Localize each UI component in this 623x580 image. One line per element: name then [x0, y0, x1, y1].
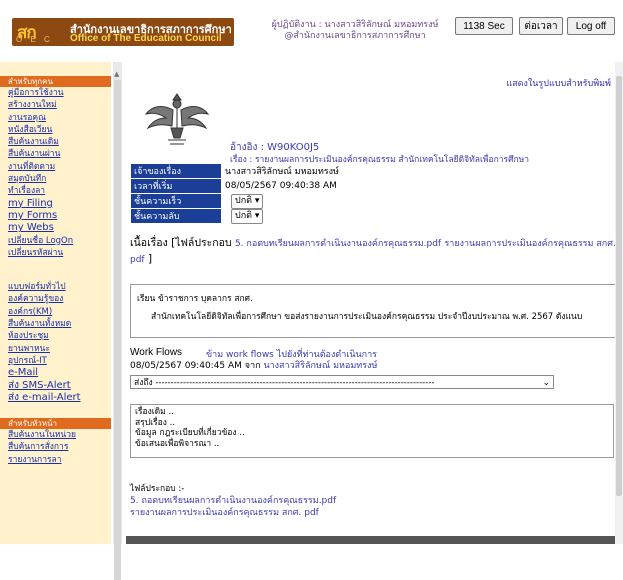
note-line: ข้อมูล กฎระเบียบที่เกี่ยวข้อง ..	[135, 428, 245, 438]
note-line: เรื่องเดิม ..	[135, 407, 174, 417]
sidebar-section-all-users: สำหรับทุกคน	[0, 76, 111, 87]
page-scrollbar[interactable]	[615, 62, 623, 544]
sidebar-item-9[interactable]: ทำเรื่องลา	[0, 185, 111, 197]
sidebar-item-2[interactable]: สร้างงานใหม่	[0, 99, 111, 111]
sidebar-tool-item-7[interactable]: อุปกรณ์-IT	[0, 355, 111, 367]
sidebar-item-3[interactable]: งานรอคุณ	[0, 112, 111, 124]
sidebar-item-11[interactable]: my Forms	[0, 210, 111, 222]
sidebar-supervisor-item-1[interactable]: สืบค้นงานในหน่วย	[0, 429, 111, 441]
sidebar-tool-item-5[interactable]: ห้องประชุม	[0, 330, 111, 342]
sidebar-supervisor-item-2[interactable]: สืบค้นการสั่งการ	[0, 441, 111, 453]
workflow-title: Work Flows	[130, 347, 183, 358]
sidebar-item-13[interactable]: เปลี่ยนชื่อ LogOn	[0, 235, 111, 247]
sidebar-item-7[interactable]: งานที่ติดตาม	[0, 161, 111, 173]
sidebar-item-12[interactable]: my Webs	[0, 222, 111, 234]
body-salutation: เรียน ข้าราชการ บุคลากร สกศ.	[137, 294, 253, 304]
logoff-button[interactable]: Log off	[567, 17, 615, 35]
sidebar-item-5[interactable]: สืบค้นงานเดิม	[0, 136, 111, 148]
urgency-label: ชั้นความเร็ว	[130, 193, 222, 209]
header: สก O E C สำนักงานเลขาธิการสภาการศึกษา Of…	[0, 0, 623, 62]
secrecy-value: ปกติ	[235, 210, 253, 221]
print-view-link[interactable]: แสดงในรูปแบบสำหรับพิมพ์	[506, 76, 611, 90]
note-line: สรุปเรื่อง ..	[135, 417, 175, 428]
attachments-label: เนื้อเรื่อง [ไฟล์ประกอบ	[130, 237, 232, 249]
session-timer-button[interactable]: 1138 Sec	[455, 17, 513, 35]
footer-bar	[126, 536, 615, 544]
sidebar-item-1[interactable]: คู่มือการใช้งาน	[0, 87, 111, 99]
sidebar-item-10[interactable]: my Filing	[0, 198, 111, 210]
sidebar: สำหรับทุกคน คู่มือการใช้งาน สร้างงานใหม่ง…	[0, 62, 111, 544]
sidebar-tool-item-8[interactable]: e-Mail	[0, 367, 111, 379]
urgency-select[interactable]: ปกติ ▾	[231, 193, 264, 209]
secrecy-select[interactable]: ปกติ ▾	[231, 208, 264, 224]
workflow-time: 08/05/2567 09:40:45 AM จาก	[130, 361, 261, 371]
urgency-value: ปกติ	[235, 195, 253, 206]
user-org: @สำนักงานเลขาธิการสภาการศึกษา	[284, 31, 426, 41]
start-time-label: เวลาที่เริ่ม	[130, 178, 222, 194]
chevron-down-icon: ▾	[254, 195, 260, 206]
sidebar-tool-item-6[interactable]: ยานพาหนะ	[0, 343, 111, 355]
document-body: เรียน ข้าราชการ บุคลากร สกศ. สำนักเทคโนโ…	[130, 284, 616, 338]
send-to-select[interactable]: ส่งถึง ---------------------------------…	[130, 375, 554, 389]
body-text: สำนักเทคโนโลยีดิจิทัลเพื่อการศึกษา ขอส่ง…	[151, 312, 583, 322]
page-scroll-thumb[interactable]	[616, 76, 622, 496]
garuda-emblem-icon	[144, 93, 210, 145]
sidebar-tool-item-4[interactable]: สืบค้นงานทั้งหมด	[0, 318, 111, 330]
attachments-line: เนื้อเรื่อง [ไฟล์ประกอบ 5. กอตบทเรียนผลก…	[130, 236, 616, 268]
workflow-entry: 08/05/2567 09:40:45 AM จาก นางสาวสิริลัก…	[130, 358, 377, 372]
sidebar-tool-item-10[interactable]: ส่ง e-mail-Alert	[0, 392, 111, 404]
note-line: ข้อเสนอเพื่อพิจารณา ..	[135, 438, 220, 449]
sidebar-tool-item-1[interactable]: แบบฟอร์มทั่วไป	[0, 281, 111, 293]
scroll-up-icon[interactable]: ▲	[114, 70, 119, 78]
sidebar-tool-item-3[interactable]: องค์กร(KM)	[0, 306, 111, 318]
user-info: ผู้ปฏิบัติงาน : นางสาวสิริลักษณ์ มหอมทรง…	[250, 20, 460, 42]
secrecy-cell: ปกติ ▾	[222, 208, 389, 224]
document-info-table: เจ้าของเรื่อง นางสาวสิริลักษณ์ มหอมทรงษ์…	[130, 163, 389, 224]
scroll-thumb[interactable]	[114, 80, 121, 580]
sidebar-item-4[interactable]: หนังสือเวียน	[0, 124, 111, 136]
start-time-value: 08/05/2567 09:40:38 AM	[225, 181, 337, 191]
owner-value: นางสาวสิริลักษณ์ มหอมทรงษ์	[225, 167, 339, 177]
chevron-down-icon: ▾	[254, 210, 260, 221]
sidebar-tool-item-9[interactable]: ส่ง SMS-Alert	[0, 380, 111, 392]
attachment-list-link-2[interactable]: รายงานผลการประเมินองค์กรคุณธรรม สกศ. pdf	[130, 505, 319, 519]
notes-textarea[interactable]: เรื่องเดิม .. สรุปเรื่อง .. ข้อมูล กฎระเ…	[130, 404, 614, 458]
workflow-from: นางสาวสิริลักษณ์ มหอมทรงษ์	[263, 361, 378, 371]
owner-label: เจ้าของเรื่อง	[130, 163, 222, 179]
secrecy-label: ชั้นความลับ	[130, 208, 222, 224]
chevron-down-icon: ⌄	[542, 378, 550, 388]
sidebar-section-supervisors: สำหรับหัวหน้า	[0, 418, 111, 430]
onec-logo[interactable]: สก O E C สำนักงานเลขาธิการสภาการศึกษา Of…	[12, 18, 234, 46]
document-view: แสดงในรูปแบบสำหรับพิมพ์ อ้างอิง : W90KO0…	[126, 62, 616, 544]
extend-session-button[interactable]: ต่อเวลา	[519, 17, 563, 35]
sidebar-item-8[interactable]: สมุดบันทึก	[0, 173, 111, 185]
attachments-close: ]	[147, 253, 153, 265]
attachment-link-1[interactable]: 5. กอตบทเรียนผลการดำเนินงานองค์กรคุณธรรม…	[235, 239, 441, 249]
send-to-label: ส่งถึง ---------------------------------…	[134, 378, 435, 388]
urgency-cell: ปกติ ▾	[222, 193, 389, 209]
sidebar-item-14[interactable]: เปลี่ยนรหัสผ่าน	[0, 247, 111, 259]
sidebar-item-6[interactable]: สืบค้นงานผ่าน	[0, 148, 111, 160]
sidebar-tool-item-2[interactable]: องค์ความรู้ของ	[0, 293, 111, 305]
logo-letters: O E C	[16, 35, 53, 44]
org-name-en: Office of The Education Council	[70, 33, 222, 44]
sidebar-scrollbar[interactable]: ▲	[113, 62, 122, 580]
sidebar-supervisor-item-3[interactable]: รายงานการลา	[0, 454, 111, 466]
user-name: ผู้ปฏิบัติงาน : นางสาวสิริลักษณ์ มหอมทรง…	[271, 20, 439, 30]
